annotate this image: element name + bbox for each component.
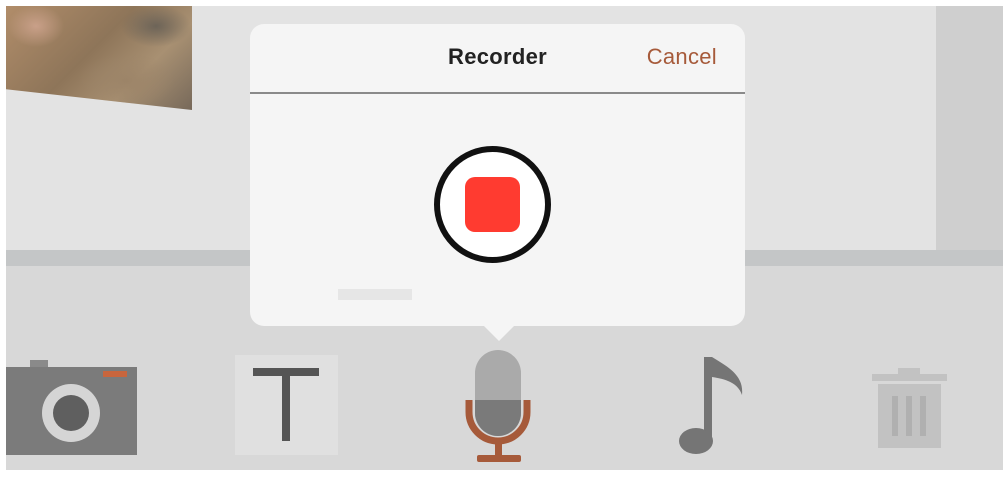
record-stop-button[interactable]	[434, 146, 551, 263]
camera-button[interactable]	[6, 355, 137, 455]
popover-header: Recorder Cancel	[250, 24, 745, 92]
microphone-button[interactable]	[465, 350, 535, 465]
text-icon	[235, 355, 338, 455]
recording-progress-bar	[338, 289, 412, 300]
camera-icon	[6, 360, 137, 455]
recorder-popover: Recorder Cancel	[250, 24, 745, 326]
microphone-icon	[465, 350, 531, 462]
trash-icon	[872, 368, 947, 448]
app-screen: Recorder Cancel	[0, 0, 1003, 485]
stop-icon	[465, 177, 520, 232]
header-divider	[250, 92, 745, 94]
popover-arrow	[482, 324, 516, 341]
canvas-edge	[936, 6, 1003, 250]
text-button[interactable]	[235, 355, 338, 455]
cancel-button[interactable]: Cancel	[647, 44, 717, 70]
music-button[interactable]	[678, 355, 748, 460]
music-note-icon	[679, 357, 743, 454]
trash-button[interactable]	[872, 368, 947, 448]
